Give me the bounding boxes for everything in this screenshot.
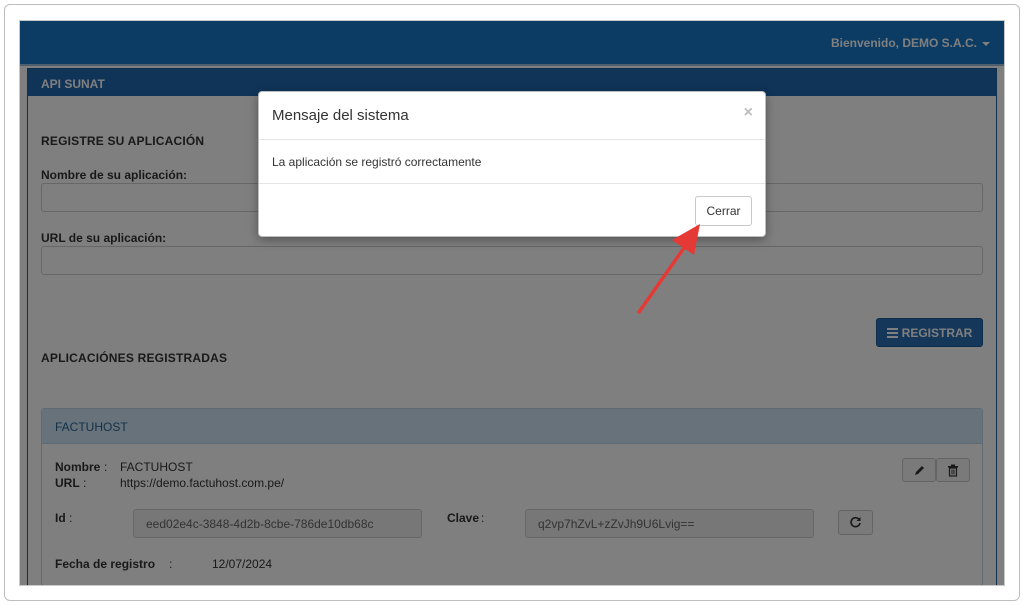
- dialog-footer: Cerrar: [259, 184, 765, 236]
- system-message-dialog: Mensaje del sistema × La aplicación se r…: [258, 91, 766, 237]
- browser-viewport: Bienvenido, DEMO S.A.C. API SUNAT REGIST…: [19, 20, 1005, 586]
- dialog-header: Mensaje del sistema ×: [259, 92, 765, 140]
- close-button[interactable]: Cerrar: [695, 196, 752, 226]
- dialog-message: La aplicación se registró correctamente: [259, 140, 765, 184]
- dialog-title: Mensaje del sistema: [272, 107, 409, 124]
- close-icon[interactable]: ×: [744, 104, 753, 122]
